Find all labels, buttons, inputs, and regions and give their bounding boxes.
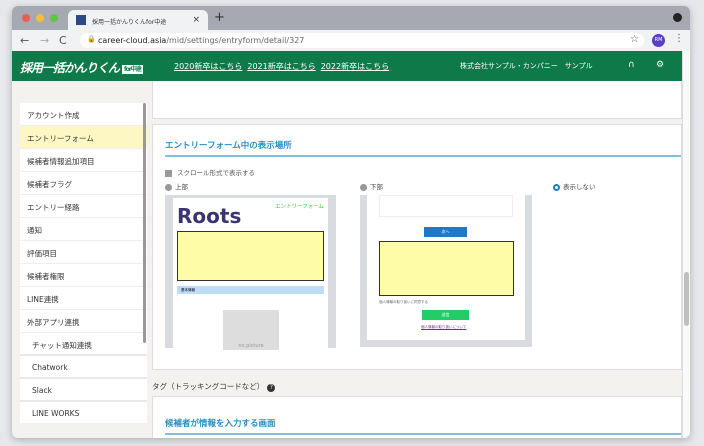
roots-logo: Roots <box>177 204 242 228</box>
sidebar-item-candidate-fields[interactable]: 候補者情報追加項目 <box>20 149 147 172</box>
sidebar-item-account[interactable]: アカウント作成 <box>20 103 147 126</box>
minimize-window-button[interactable] <box>36 14 44 22</box>
browser-menu-icon[interactable]: ⋮ <box>674 33 684 44</box>
url-domain: career-cloud.asia <box>98 36 167 45</box>
reload-icon[interactable]: C <box>59 34 67 47</box>
tag-label-text: タグ（トラッキングコードなど） <box>152 382 265 391</box>
logo-badge: for中途 <box>122 65 143 74</box>
profile-avatar[interactable]: RM <box>652 34 665 47</box>
preview-top-image: Roots エントリーフォーム 基本情報 no picture <box>165 195 336 350</box>
radio-label: 表示しない <box>563 183 596 191</box>
radio-bottom[interactable]: 下部 <box>360 181 383 191</box>
logo-text: 採用一括かんりくん <box>20 61 120 75</box>
sidebar-item-slack[interactable]: Slack <box>20 379 147 402</box>
forward-icon[interactable]: → <box>40 34 49 47</box>
scroll-checkbox[interactable]: スクロール形式で表示する <box>165 167 255 177</box>
header-links: 2020新卒はこちら 2021新卒はこちら 2022新卒はこちら <box>174 61 394 72</box>
link-2022[interactable]: 2022新卒はこちら <box>321 62 389 71</box>
url-input[interactable]: 🔒 career-cloud.asia/mid/settings/entryfor… <box>80 33 644 48</box>
maximize-window-button[interactable] <box>50 14 58 22</box>
checkbox-label: スクロール形式で表示する <box>177 169 255 177</box>
bookmark-star-icon[interactable]: ☆ <box>630 34 639 45</box>
help-icon[interactable]: ? <box>267 384 276 392</box>
tab-close-icon[interactable]: × <box>192 15 200 25</box>
sidebar-item-candidate-flags[interactable]: 候補者フラグ <box>20 172 147 195</box>
settings-sidebar: アカウント作成 エントリーフォーム 候補者情報追加項目 候補者フラグ エントリー… <box>20 103 147 423</box>
link-2020[interactable]: 2020新卒はこちら <box>174 62 242 71</box>
tab-bar: 採用一括かんりくんfor中途 × + <box>12 6 690 30</box>
app-logo[interactable]: 採用一括かんりくん for中途 <box>20 59 143 76</box>
input-screen-card: 候補者が情報を入力する画面 <box>152 396 682 438</box>
address-bar-row: ← → C 🔒 career-cloud.asia/mid/settings/en… <box>12 30 690 51</box>
sidebar-item-notification[interactable]: 通知 <box>20 218 147 241</box>
radio-hide[interactable]: 表示しない <box>553 181 596 191</box>
sidebar-item-entry-route[interactable]: エントリー経路 <box>20 195 147 218</box>
preview-textarea <box>379 195 513 217</box>
section-underline <box>165 433 681 435</box>
section-title-2: 候補者が情報を入力する画面 <box>165 419 276 429</box>
sidebar-item-chat-notify[interactable]: チャット通知連携 <box>20 333 147 356</box>
link-2021[interactable]: 2021新卒はこちら <box>247 62 315 71</box>
sidebar-item-evaluation[interactable]: 評価項目 <box>20 241 147 264</box>
preview-agree: 個人情報の取り扱いに同意する <box>379 300 428 304</box>
section-underline <box>165 155 681 157</box>
tab-title: 採用一括かんりくんfor中途 <box>92 19 167 26</box>
browser-tab[interactable]: 採用一括かんりくんfor中途 × <box>68 10 208 30</box>
browser-extension-icon[interactable] <box>673 13 682 22</box>
sidebar-item-permissions[interactable]: 候補者権限 <box>20 264 147 287</box>
preview-submit-button: 送信 <box>422 310 469 320</box>
app-header: 採用一括かんりくん for中途 2020新卒はこちら 2021新卒はこちら 2022新… <box>12 51 682 81</box>
sidebar-item-external-apps[interactable]: 外部アプリ連携 <box>20 310 147 333</box>
radio-selected-icon[interactable] <box>553 183 560 191</box>
radio-top[interactable]: 上部 <box>165 181 188 191</box>
preview-band: 基本情報 <box>177 286 324 294</box>
previous-card <box>152 81 682 119</box>
sidebar-scrollbar[interactable] <box>143 103 146 343</box>
highlight-box <box>177 231 324 281</box>
preview-next-button: 次へ <box>424 227 467 237</box>
browser-window: 採用一括かんりくんfor中途 × + ← → C 🔒 career-cloud.a… <box>12 6 690 438</box>
radio-icon[interactable] <box>360 183 367 191</box>
section-title: エントリーフォーム中の表示場所 <box>165 141 292 151</box>
sidebar-item-entryform[interactable]: エントリーフォーム <box>20 126 147 149</box>
radio-label: 下部 <box>370 183 383 191</box>
sidebar-item-line[interactable]: LINE連携 <box>20 287 147 310</box>
checkbox-icon[interactable] <box>165 169 172 177</box>
back-icon[interactable]: ← <box>20 34 29 47</box>
radio-icon[interactable] <box>165 183 172 191</box>
preview-bottom-image: 次へ 個人情報の取り扱いに同意する 送信 個人情報の取り扱いについて <box>360 195 532 347</box>
sidebar-item-lineworks[interactable]: LINE WORKS <box>20 402 147 423</box>
display-position-card: エントリーフォーム中の表示場所 スクロール形式で表示する 上部 下部 表示しない… <box>152 124 682 370</box>
scrollbar-thumb[interactable] <box>684 272 689 326</box>
tag-label: タグ（トラッキングコードなど）? <box>152 381 276 392</box>
highlight-box <box>379 241 514 296</box>
close-window-button[interactable] <box>22 14 30 22</box>
photo-placeholder: no picture <box>223 310 279 350</box>
favicon-icon <box>76 15 86 25</box>
headset-icon[interactable]: ∩ <box>628 60 635 70</box>
new-tab-button[interactable]: + <box>214 10 225 25</box>
url-path: /mid/settings/entryform/detail/327 <box>166 36 305 45</box>
page-scrollbar[interactable] <box>682 51 690 438</box>
sidebar-item-chatwork[interactable]: Chatwork <box>20 356 147 379</box>
preview-form-label: エントリーフォーム <box>274 204 324 210</box>
company-user[interactable]: 株式会社サンプル・カンパニー サンプル <box>460 61 593 71</box>
gear-icon[interactable]: ⚙ <box>656 60 664 70</box>
lock-icon: 🔒 <box>87 35 96 43</box>
preview-privacy-link: 個人情報の取り扱いについて <box>421 325 467 329</box>
radio-label: 上部 <box>175 183 188 191</box>
